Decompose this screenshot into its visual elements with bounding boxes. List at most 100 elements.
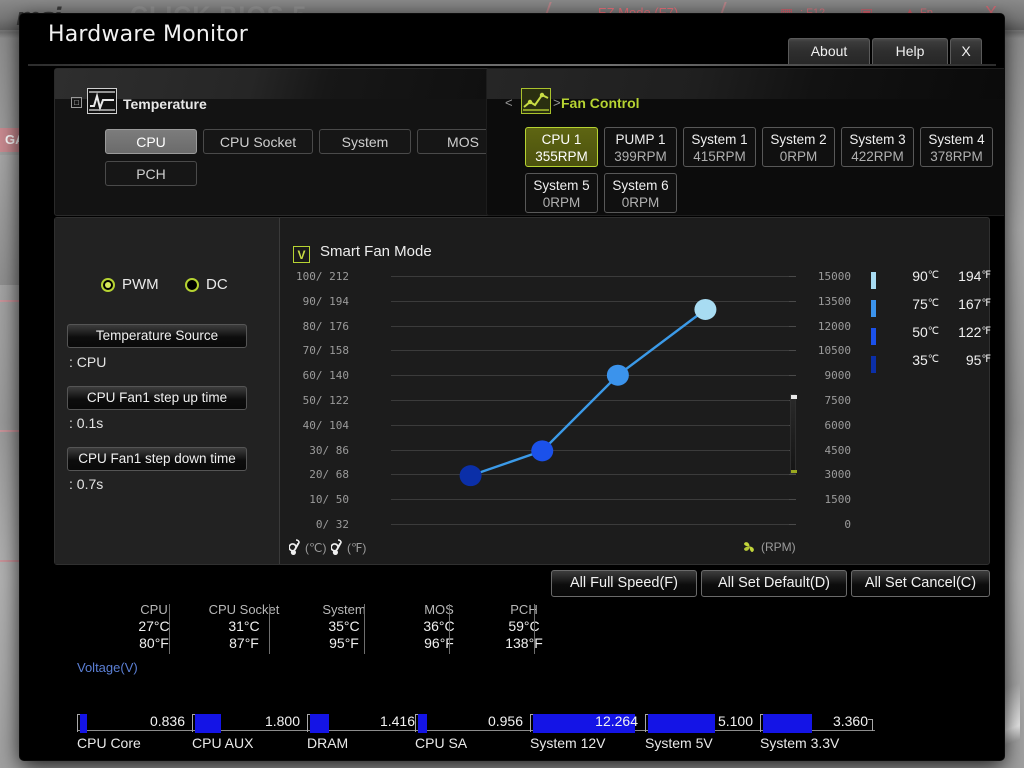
y-axis-tick-temp: 40/ 104: [302, 418, 349, 432]
step-up-time-button[interactable]: CPU Fan1 step up time: [67, 386, 247, 410]
legend-fahrenheit: 122℉: [958, 324, 991, 340]
voltage-value: 12.264: [595, 713, 638, 729]
legend-fahrenheit: 194℉: [958, 268, 991, 284]
voltage-section-title: Voltage(V): [77, 660, 138, 675]
fan-curve-graph-area: V Smart Fan Mode 100/ 212 90/ 194 80/ 176 70…: [281, 218, 991, 564]
step-up-time-value: : 0.1s: [69, 415, 104, 431]
fan-chip-system-1[interactable]: System 1 415RPM: [683, 127, 756, 167]
y-axis-tick-rpm: 6000: [787, 419, 851, 432]
window-title-bar: Hardware Monitor About Help X: [20, 14, 1004, 66]
temp-readout-name: PCH: [510, 602, 538, 617]
rpm-level-gauge: [790, 394, 797, 474]
temp-readout-cpu-socket: CPU Socket 31°C 87°F: [199, 602, 289, 652]
y-axis-tick-temp: 100/ 212: [296, 270, 349, 283]
voltage-tick: [307, 714, 308, 732]
fan-chip-cpu-1[interactable]: CPU 1 355RPM: [525, 127, 598, 167]
radio-pwm[interactable]: PWM: [101, 276, 159, 293]
fan-chip-pump-1[interactable]: PUMP 1 399RPM: [604, 127, 677, 167]
chevron-right-icon[interactable]: >: [553, 95, 561, 110]
temp-source-system[interactable]: System: [319, 129, 411, 154]
legend-celsius: 75℃: [912, 296, 939, 312]
all-set-cancel-button[interactable]: All Set Cancel(C): [851, 570, 990, 597]
fan-curve-point-1[interactable]: [459, 465, 482, 487]
grid-line: [391, 524, 789, 525]
chevron-left-icon[interactable]: <: [505, 95, 513, 110]
fan-curve-point-2[interactable]: [531, 440, 554, 462]
temp-readout-celsius: 27°C: [138, 618, 170, 634]
fan-curve-point-3[interactable]: [606, 364, 629, 386]
fan-name: System 6: [612, 178, 669, 193]
legend-percent: 100%: [999, 268, 1004, 284]
voltage-tick: [645, 714, 646, 732]
legend-celsius: 35℃: [912, 352, 939, 368]
y-axis-tick-temp: 60/ 140: [302, 369, 349, 383]
voltage-value: 1.416: [379, 713, 415, 729]
y-axis-tick-temp: 0/ 32: [315, 518, 349, 531]
title-divider: [28, 64, 996, 66]
expander-icon[interactable]: □: [71, 97, 82, 108]
step-down-time-button[interactable]: CPU Fan1 step down time: [67, 447, 247, 471]
legend-percent: 30%: [999, 324, 1004, 340]
action-button-row: All Full Speed(F) All Set Default(D) All…: [54, 570, 990, 600]
temp-readout-fahrenheit: 138°F: [505, 635, 543, 651]
temp-readout-system: System 35°C 95°F: [299, 602, 389, 652]
temp-source-cpu[interactable]: CPU: [105, 129, 197, 154]
fan-name: System 2: [770, 132, 827, 147]
voltage-value: 1.800: [264, 713, 300, 729]
about-button[interactable]: About: [788, 38, 870, 64]
temp-readout-mos: MOS 36°C 96°F: [394, 602, 484, 652]
readout-divider: [449, 604, 450, 654]
temperature-panel: □ Temperature CPU CPU Socket System MOS …: [54, 68, 509, 216]
legend-swatch: [871, 356, 876, 373]
legend-fahrenheit: 167℉: [958, 296, 991, 312]
close-button[interactable]: X: [950, 38, 982, 64]
fan-chip-system-5[interactable]: System 5 0RPM: [525, 173, 598, 213]
hardware-monitor-window: Hardware Monitor About Help X □ Temperat…: [20, 14, 1004, 760]
fan-rpm: 399RPM: [614, 149, 667, 164]
step-down-time-value: : 0.7s: [69, 476, 104, 492]
voltage-tick: [192, 714, 193, 732]
y-axis-tick-rpm: 4500: [787, 444, 851, 457]
voltage-label: CPU AUX: [192, 735, 254, 751]
fan-rpm: 415RPM: [693, 149, 746, 164]
smart-fan-mode-checkbox[interactable]: V: [293, 246, 310, 263]
help-button[interactable]: Help: [872, 38, 948, 64]
readout-divider: [534, 604, 535, 654]
voltage-tick: [530, 714, 531, 732]
panel-sheen: [55, 69, 491, 99]
voltage-value: 3.360: [832, 713, 868, 729]
fan-chip-system-6[interactable]: System 6 0RPM: [604, 173, 677, 213]
all-set-default-button[interactable]: All Set Default(D): [701, 570, 847, 597]
y-axis-tick-rpm: 9000: [787, 369, 851, 382]
fan-curve-line: [459, 298, 717, 487]
gauge-top-cap: [791, 395, 797, 399]
radio-dc[interactable]: DC: [185, 276, 228, 293]
fan-curve-point-4[interactable]: [694, 298, 717, 320]
temp-source-pch[interactable]: PCH: [105, 161, 197, 186]
temp-readout-fahrenheit: 95°F: [329, 635, 359, 651]
temp-readout-name: CPU Socket: [208, 602, 280, 617]
y-axis-tick-rpm: 3000: [787, 468, 851, 481]
y-axis-tick-temp: 50/ 122: [302, 394, 349, 407]
legend-swatch: [871, 328, 876, 345]
temp-readout-name: MOS: [424, 602, 454, 617]
voltage-tick: [415, 714, 416, 732]
fan-chip-system-2[interactable]: System 2 0RPM: [762, 127, 835, 167]
fan-chip-system-3[interactable]: System 3 422RPM: [841, 127, 914, 167]
fan-chip-system-4[interactable]: System 4 378RPM: [920, 127, 993, 167]
readout-divider: [169, 604, 170, 654]
temp-source-cpu-socket[interactable]: CPU Socket: [203, 129, 313, 154]
fan-rpm: 0RPM: [542, 195, 581, 210]
y-axis-tick-rpm: 12000: [787, 320, 851, 333]
fan-control-panel: < > Fan Control CPU 1 355RPM PUMP 1 399R…: [486, 68, 1004, 216]
temperature-source-value: : CPU: [69, 354, 107, 370]
y-axis-tick-rpm: 1500: [787, 493, 851, 506]
legend-row-2: 75℃ 167℉ 67%: [871, 296, 1004, 324]
y-axis-tick-rpm: 13500: [787, 295, 851, 308]
all-full-speed-button[interactable]: All Full Speed(F): [551, 570, 697, 597]
temp-readout-celsius: 59°C: [508, 618, 540, 634]
voltage-label: DRAM: [307, 735, 349, 751]
voltage-label: System 5V: [645, 735, 713, 751]
temperature-source-button[interactable]: Temperature Source: [67, 324, 247, 348]
smart-fan-mode-row[interactable]: V Smart Fan Mode: [293, 243, 432, 263]
